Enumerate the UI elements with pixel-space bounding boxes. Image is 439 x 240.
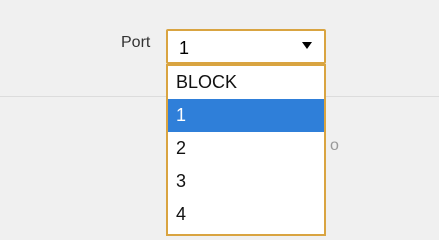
obscured-text-fragment: o [330, 137, 339, 154]
port-option-2[interactable]: 2 [168, 132, 324, 165]
port-option-block[interactable]: BLOCK [168, 66, 324, 99]
port-select[interactable]: 1 [166, 29, 326, 64]
port-option-4[interactable]: 4 [168, 198, 324, 231]
port-select-value: 1 [179, 38, 190, 58]
port-option-3[interactable]: 3 [168, 165, 324, 198]
triangle-down-icon [301, 39, 313, 51]
port-dropdown-list: BLOCK 1 2 3 4 [166, 64, 326, 236]
port-option-1[interactable]: 1 [168, 99, 324, 132]
port-label: Port [121, 34, 151, 51]
